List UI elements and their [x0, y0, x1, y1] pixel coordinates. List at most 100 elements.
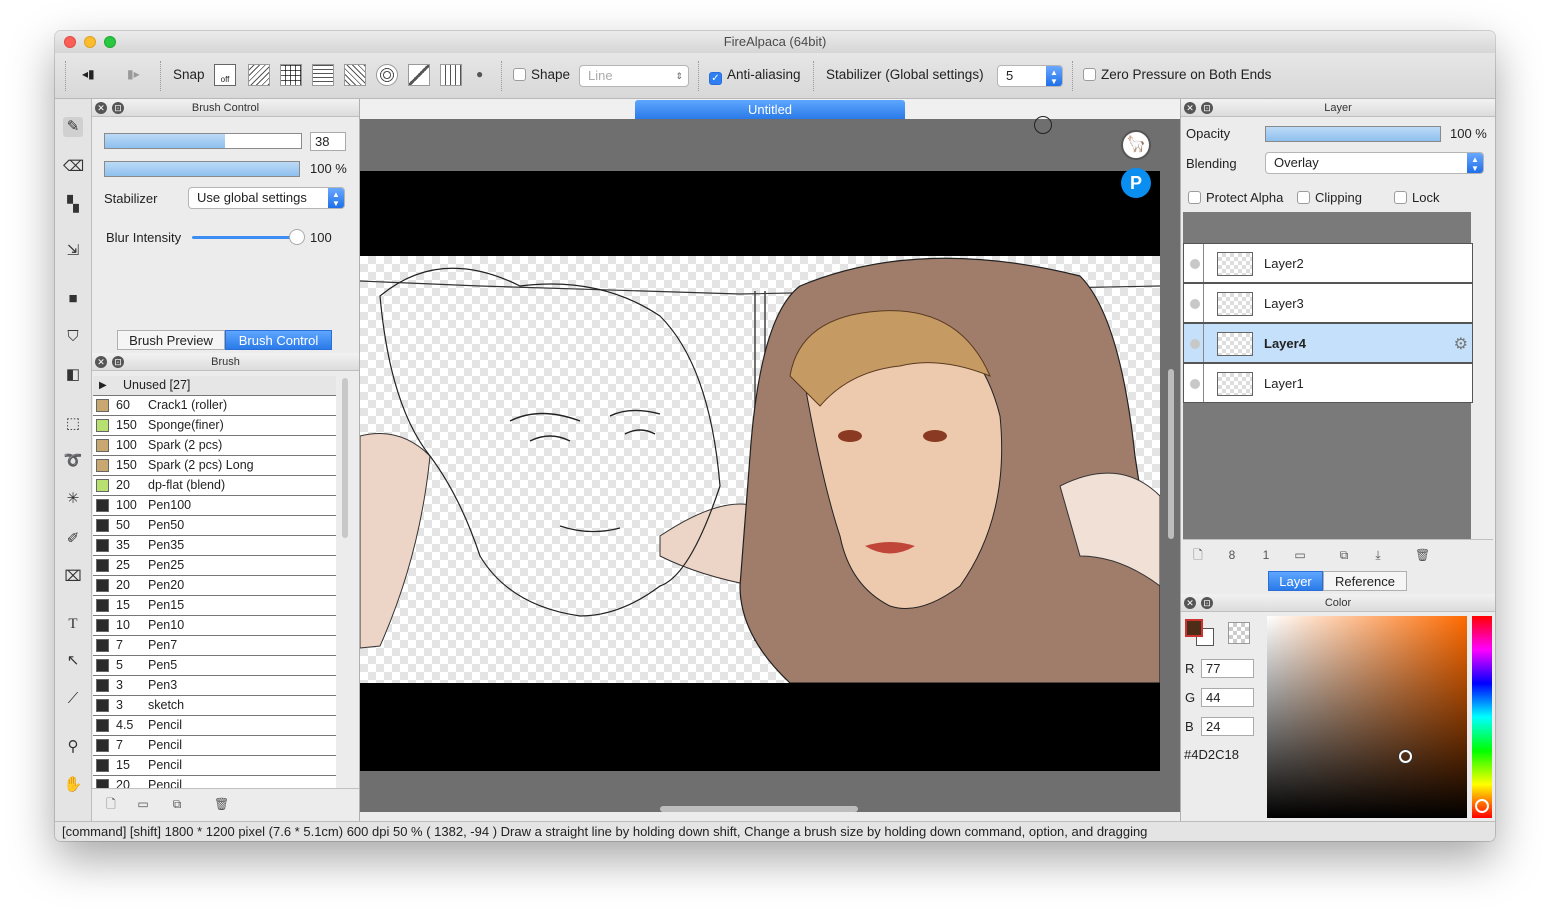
foreground-color-swatch[interactable] [1185, 619, 1203, 637]
duplicate-brush-icon[interactable]: ⧉ [170, 797, 184, 811]
layer-row[interactable]: Layer2 [1183, 243, 1473, 283]
close-window-button[interactable] [64, 36, 76, 48]
hue-slider[interactable] [1472, 616, 1492, 818]
clipping-checkbox[interactable]: Clipping [1297, 190, 1362, 205]
dot-tool-icon[interactable]: ▚ [63, 195, 83, 215]
snap-radial-icon[interactable] [376, 64, 398, 86]
close-panel-icon[interactable]: ✕ [1184, 102, 1196, 114]
alpaca-icon[interactable]: 🦙 [1121, 130, 1151, 160]
layer-row[interactable]: Layer3 [1183, 283, 1473, 323]
fill-tool-icon[interactable]: ■ [63, 289, 83, 309]
new-8bit-layer-icon[interactable]: 8 [1225, 548, 1239, 562]
merge-down-icon[interactable]: ⤓ [1371, 548, 1385, 562]
brush-list-item[interactable]: 100 Pen100 [93, 496, 336, 516]
new-1bit-layer-icon[interactable]: 1 [1259, 548, 1273, 562]
blur-intensity-knob[interactable] [289, 229, 305, 245]
brush-list-item[interactable]: 15 Pencil [93, 756, 336, 776]
snap-curve-icon[interactable] [408, 64, 430, 86]
folder-icon[interactable]: ▭ [136, 797, 150, 811]
select-eraser-tool-icon[interactable]: ⌧ [63, 567, 83, 587]
visibility-eye-icon[interactable] [1190, 339, 1200, 349]
brush-list-item[interactable]: 15 Pen15 [93, 596, 336, 616]
lasso-tool-icon[interactable]: ➰ [63, 451, 83, 471]
snap-off-button[interactable]: off [214, 64, 236, 86]
canvas-artwork[interactable] [360, 256, 1160, 683]
brush-list-item[interactable]: 100 Spark (2 pcs) [93, 436, 336, 456]
eraser-tool-icon[interactable]: ⌫ [63, 157, 84, 177]
select-pen-tool-icon[interactable]: ✐ [63, 529, 83, 549]
tab-brush-preview[interactable]: Brush Preview [117, 330, 225, 350]
duplicate-layer-icon[interactable]: ⧉ [1337, 548, 1351, 562]
visibility-eye-icon[interactable] [1190, 299, 1200, 309]
brush-list-scrollbar[interactable] [342, 378, 348, 538]
brush-list-item[interactable]: 3 sketch [93, 696, 336, 716]
new-folder-icon[interactable]: ▭ [1293, 548, 1307, 562]
brush-list-item[interactable]: 20 dp-flat (blend) [93, 476, 336, 496]
tab-untitled[interactable]: Untitled [635, 100, 905, 119]
undo-icon[interactable]: ◂▮ [82, 67, 95, 81]
bucket-tool-icon[interactable]: ⛉ [63, 327, 83, 347]
detach-panel-icon[interactable]: ⊡ [1201, 597, 1213, 609]
layer-opacity-slider[interactable] [1265, 126, 1441, 142]
snap-3d-icon[interactable] [440, 64, 462, 86]
divide-tool-icon[interactable]: ⟋ [63, 689, 83, 709]
layer-row[interactable]: Layer4 ⚙ [1183, 323, 1473, 363]
redo-icon[interactable]: ▮▸ [127, 67, 140, 81]
close-panel-icon[interactable]: ✕ [1184, 597, 1196, 609]
brush-list-item[interactable]: 4.5 Pencil [93, 716, 336, 736]
brush-list-item[interactable]: 3 Pen3 [93, 676, 336, 696]
snap-perspective-icon[interactable] [344, 64, 366, 86]
close-panel-icon[interactable]: ✕ [95, 356, 107, 368]
red-field[interactable]: 77 [1201, 659, 1254, 678]
brush-stabilizer-select[interactable]: Use global settings ▲ ▼ [188, 187, 345, 209]
brush-size-slider[interactable] [104, 133, 302, 149]
green-field[interactable]: 44 [1201, 688, 1254, 707]
snap-dot-icon[interactable]: ● [476, 67, 483, 81]
gear-icon[interactable]: ⚙ [1454, 334, 1468, 354]
brush-list-item[interactable]: 20 Pen20 [93, 576, 336, 596]
gradient-tool-icon[interactable]: ◧ [63, 365, 83, 385]
brush-list-item[interactable]: 10 Pen10 [93, 616, 336, 636]
trash-icon[interactable]: 🗑 [214, 797, 229, 811]
color-saturation-value-picker[interactable] [1267, 616, 1467, 818]
tab-reference[interactable]: Reference [1323, 571, 1407, 591]
tab-brush-control[interactable]: Brush Control [225, 330, 332, 350]
brush-list-item[interactable]: 60 Crack1 (roller) [93, 396, 336, 416]
transparent-color-swatch[interactable] [1228, 622, 1250, 644]
antialiasing-checkbox[interactable]: ✓ Anti-aliasing [709, 67, 801, 85]
pixiv-icon[interactable]: P [1121, 168, 1151, 198]
stabilizer-select[interactable]: 5 ▲ ▼ [997, 65, 1063, 87]
canvas-horizontal-scrollbar[interactable] [660, 806, 858, 812]
hand-tool-icon[interactable]: ✋ [63, 775, 83, 795]
zero-pressure-checkbox[interactable]: Zero Pressure on Both Ends [1083, 67, 1271, 82]
brush-group-header[interactable]: ▶ Unused [27] [93, 376, 336, 396]
brush-list-item[interactable]: 150 Spark (2 pcs) Long [93, 456, 336, 476]
magic-wand-tool-icon[interactable]: ✳ [63, 489, 83, 509]
brush-list-item[interactable]: 25 Pen25 [93, 556, 336, 576]
trash-icon[interactable]: 🗑 [1415, 548, 1430, 562]
eyedropper-tool-icon[interactable]: ⚲ [63, 737, 83, 757]
blending-select[interactable]: Overlay ▲ ▼ [1265, 152, 1484, 174]
brush-list-item[interactable]: 50 Pen50 [93, 516, 336, 536]
tab-layer[interactable]: Layer [1268, 571, 1323, 591]
new-layer-icon[interactable]: 🗋 [1191, 548, 1205, 562]
snap-grid-icon[interactable] [280, 64, 302, 86]
snap-horizontal-icon[interactable] [312, 64, 334, 86]
brush-list-item[interactable]: 150 Sponge(finer) [93, 416, 336, 436]
brush-list-item[interactable]: 7 Pencil [93, 736, 336, 756]
detach-panel-icon[interactable]: ⊡ [1201, 102, 1213, 114]
canvas-viewport[interactable]: 🦙 P [360, 116, 1180, 812]
hue-cursor-icon[interactable] [1475, 799, 1489, 813]
canvas-vertical-scrollbar[interactable] [1168, 369, 1174, 539]
snap-parallel-icon[interactable] [248, 64, 270, 86]
visibility-eye-icon[interactable] [1190, 379, 1200, 389]
close-panel-icon[interactable]: ✕ [95, 102, 107, 114]
brush-opacity-slider[interactable] [104, 161, 300, 177]
blue-field[interactable]: 24 [1201, 717, 1254, 736]
detach-panel-icon[interactable]: ⊡ [112, 356, 124, 368]
shape-select[interactable]: Line ⇕ [579, 65, 689, 87]
text-tool-icon[interactable]: T [63, 614, 83, 634]
new-brush-icon[interactable]: 🗋 [104, 797, 118, 811]
brush-list-item[interactable]: 20 Pencil [93, 776, 336, 788]
visibility-eye-icon[interactable] [1190, 259, 1200, 269]
